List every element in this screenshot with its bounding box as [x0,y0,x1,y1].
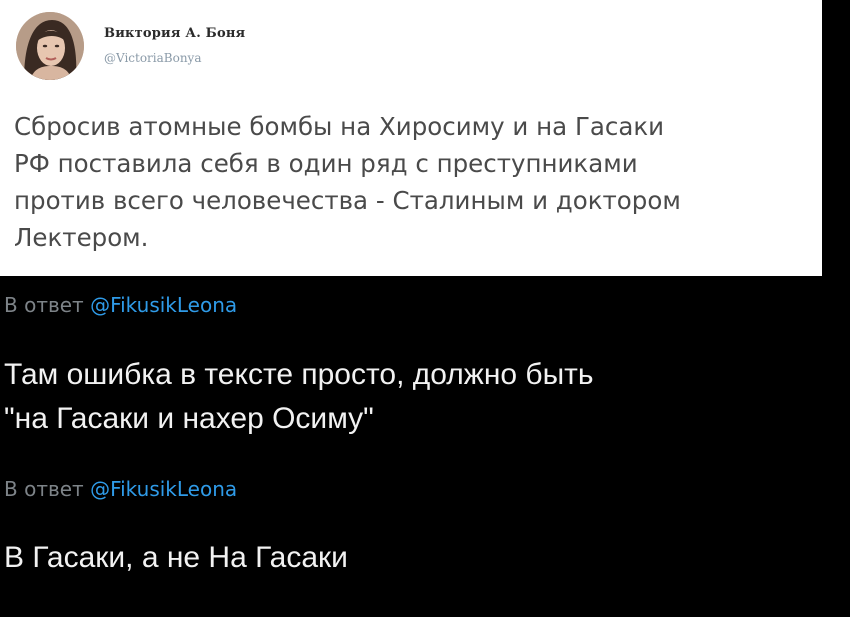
tweet-text-line: Сбросив атомные бомбы на Хиросиму и на Г… [14,112,665,141]
reply-text: Там ошибка в тексте просто, должно быть … [4,353,594,441]
reply-to-line: В ответ @FikusikLeona [4,293,237,317]
reply-text-line: Там ошибка в тексте просто, должно быть [4,358,594,391]
reply-text-line: "на Гасаки и нахер Осиму" [4,402,374,435]
tweet-text-line: РФ поставила себя в один ряд с преступни… [14,149,638,178]
reply-to-prefix: В ответ [4,477,84,501]
reply-text: В Гасаки, а не На Гасаки [4,536,348,580]
tweet-text-line: против всего человечества - Сталиным и д… [14,186,681,215]
author-handle[interactable]: @VictoriaBonya [104,51,202,65]
tweet-text-line: Лектером. [14,223,149,252]
reply-to-prefix: В ответ [4,293,84,317]
mention-link[interactable]: @FikusikLeona [90,477,237,501]
avatar-photo [16,12,84,80]
reply-text-line: В Гасаки, а не На Гасаки [4,541,348,574]
tweet-text: Сбросив атомные бомбы на Хиросиму и на Г… [14,108,814,256]
quoted-tweet-card[interactable]: Виктория А. Боня @VictoriaBonya Сбросив … [0,0,822,276]
reply-to-line: В ответ @FikusikLeona [4,477,237,501]
author-name[interactable]: Виктория А. Боня [104,26,245,41]
mention-link[interactable]: @FikusikLeona [90,293,237,317]
avatar[interactable] [16,12,84,80]
